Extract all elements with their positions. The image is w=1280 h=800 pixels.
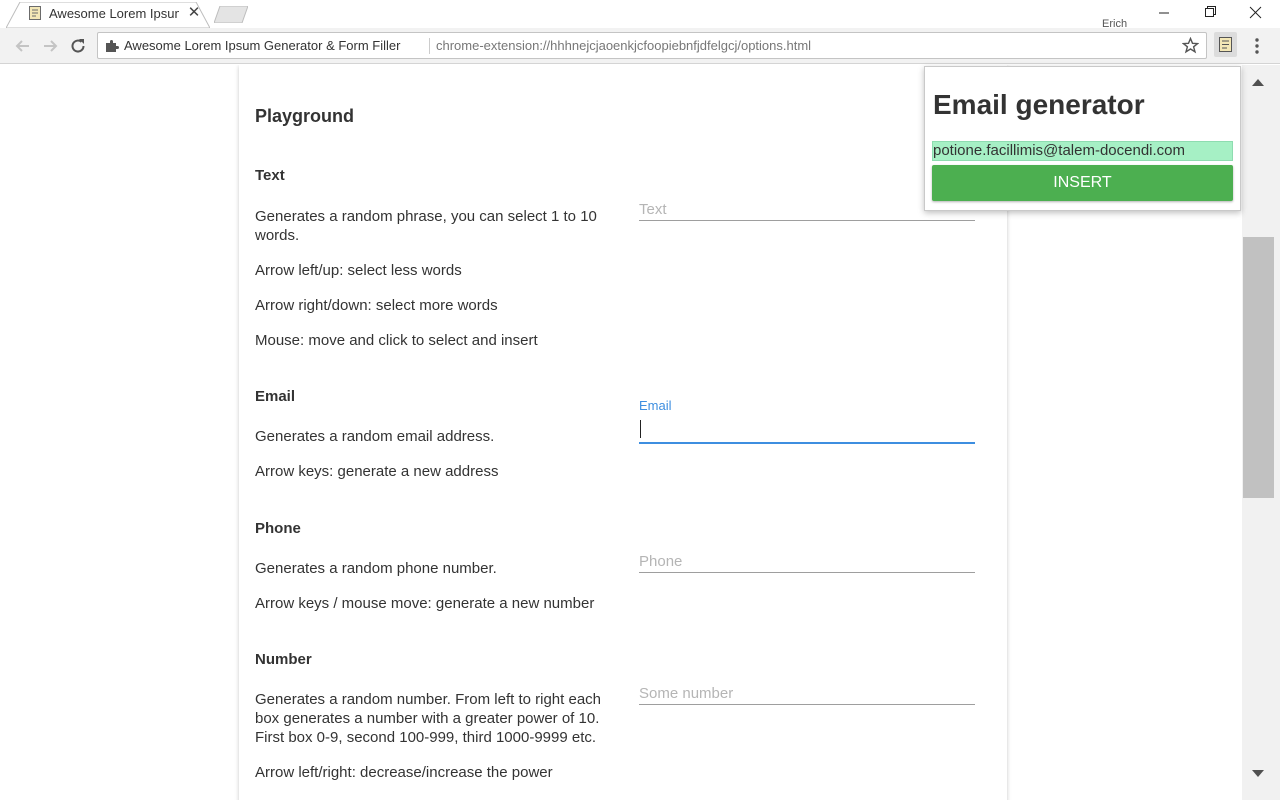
omnibox-url[interactable]: chrome-extension://hhhnejcjaoenkjcfoopie… (436, 38, 811, 53)
text-hint-right: Arrow right/down: select more words (255, 297, 498, 314)
scroll-down-arrow-icon[interactable] (1250, 768, 1266, 780)
forward-arrow-icon[interactable] (40, 36, 60, 56)
section-title-phone: Phone (255, 520, 301, 537)
scroll-up-arrow-icon[interactable] (1250, 76, 1266, 88)
playground-card: Playground Text Generates a random phras… (239, 65, 1007, 800)
star-icon[interactable] (1182, 37, 1199, 54)
insert-button[interactable]: INSERT (932, 165, 1233, 201)
popup-title: Email generator (933, 89, 1145, 120)
tab-title: Awesome Lorem Ipsum G (49, 6, 179, 21)
section-title-email: Email (255, 388, 296, 405)
back-arrow-icon[interactable] (13, 36, 33, 56)
email-hint-arrows: Arrow keys: generate a new address (255, 463, 499, 480)
window-close-icon[interactable] (1232, 0, 1278, 26)
text-hint-mouse: Mouse: move and click to select and inse… (255, 332, 538, 349)
page-title: Playground (255, 106, 355, 126)
extension-favicon (29, 6, 41, 20)
maximize-icon[interactable] (1186, 0, 1232, 26)
extension-icon (1219, 37, 1232, 52)
reload-icon[interactable] (68, 36, 88, 56)
phone-input[interactable] (639, 551, 975, 573)
minimize-icon[interactable] (1141, 0, 1187, 26)
section-title-number: Number (255, 651, 312, 668)
section-title-text: Text (255, 167, 285, 184)
number-input[interactable] (639, 683, 975, 705)
text-hint-left: Arrow left/up: select less words (255, 262, 462, 279)
text-description: Generates a random phrase, you can selec… (255, 208, 597, 244)
email-description: Generates a random email address. (255, 428, 495, 445)
email-input[interactable] (639, 421, 975, 444)
omnibox-page-title: Awesome Lorem Ipsum Generator & Form Fil… (124, 38, 401, 53)
phone-hint-arrows: Arrow keys / mouse move: generate a new … (255, 595, 595, 612)
close-icon[interactable]: ✕ (186, 4, 202, 22)
new-tab-button[interactable] (214, 6, 248, 23)
address-bar[interactable]: Awesome Lorem Ipsum Generator & Form Fil… (97, 32, 1207, 59)
omnibox-divider (429, 38, 430, 54)
extension-button[interactable] (1214, 32, 1237, 57)
phone-description: Generates a random phone number. (255, 560, 497, 577)
email-field-label: Email (639, 398, 672, 413)
scrollbar-thumb[interactable] (1243, 237, 1274, 498)
generated-email[interactable]: potione.facillimis@talem-docendi.com (932, 141, 1233, 161)
title-bar: Awesome Lorem Ipsum G ✕ Erich (0, 0, 1280, 30)
chrome-menu-icon[interactable] (1249, 36, 1265, 56)
browser-toolbar: Awesome Lorem Ipsum Generator & Form Fil… (0, 28, 1280, 64)
number-hint-power: Arrow left/right: decrease/increase the … (255, 764, 553, 781)
number-description: Generates a random number. From left to … (255, 691, 602, 746)
puzzle-icon (106, 40, 119, 52)
email-generator-popup: Email generator potione.facillimis@talem… (924, 66, 1241, 211)
text-caret (640, 420, 641, 438)
